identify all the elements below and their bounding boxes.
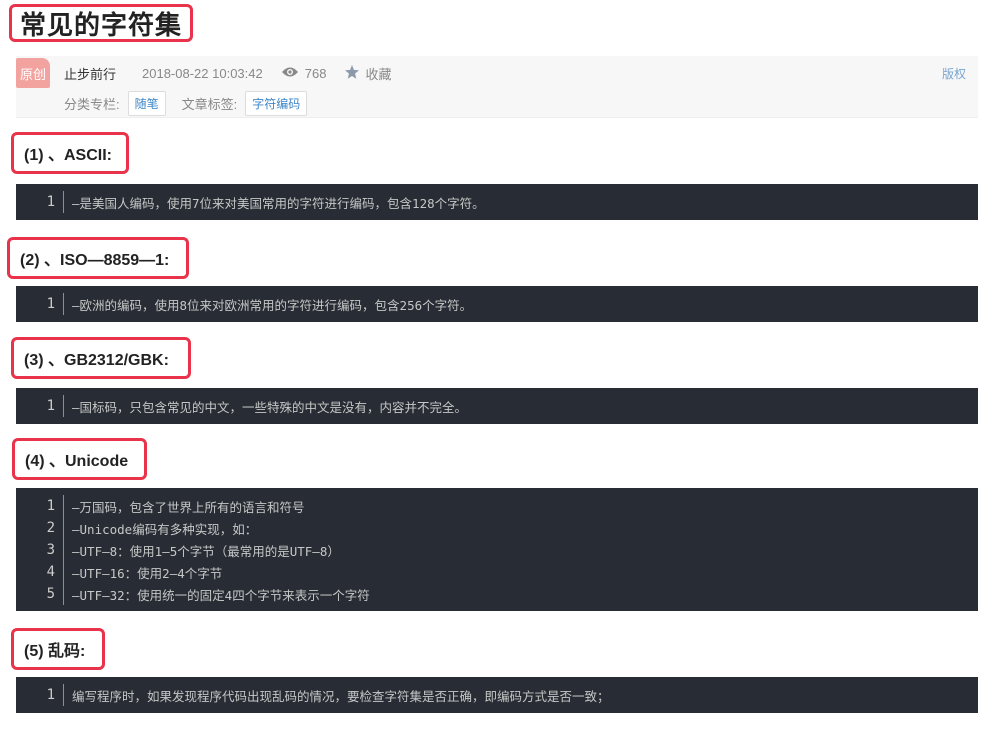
- star-icon[interactable]: [344, 64, 360, 83]
- article-tag[interactable]: 字符编码: [245, 91, 308, 116]
- publish-date: 2018-08-22 10:03:42: [142, 66, 263, 81]
- article-meta: 原创 止步前行 2018-08-22 10:03:42 768 收藏 版权 分类…: [16, 56, 978, 118]
- line-number: 1: [16, 293, 64, 315]
- code-block: 1 —欧洲的编码，使用8位来对欧洲常用的字符进行编码，包含256个字符。: [16, 286, 978, 322]
- line-number: 1: [16, 684, 64, 706]
- code-line: 2 —Unicode编码有多种实现，如：: [16, 517, 978, 539]
- view-count: 768: [304, 66, 327, 81]
- category-tag[interactable]: 随笔: [127, 91, 166, 116]
- title-highlight: 常见的字符集: [9, 4, 194, 42]
- line-number: 2: [16, 517, 64, 539]
- original-badge: 原创: [16, 58, 50, 88]
- code-text: —UTF—16：使用2—4个字节: [72, 565, 223, 581]
- code-line: 4 —UTF—16：使用2—4个字节: [16, 561, 978, 583]
- line-number: 1: [16, 495, 64, 517]
- line-number: 3: [16, 539, 64, 561]
- section-heading: (5) 乱码:: [11, 628, 105, 670]
- line-number: 1: [16, 191, 64, 213]
- section-heading: (3) 、GB2312/GBK:: [11, 337, 191, 379]
- code-text: —欧洲的编码，使用8位来对欧洲常用的字符进行编码，包含256个字符。: [72, 297, 473, 313]
- code-text: —万国码，包含了世界上所有的语言和符号: [72, 499, 305, 515]
- code-line: 1 —国标码，只包含常见的中文，一些特殊的中文是没有，内容并不完全。: [16, 395, 978, 417]
- copyright-link[interactable]: 版权: [942, 65, 966, 82]
- code-line: 3 —UTF—8：使用1—5个字节（最常用的是UTF—8）: [16, 539, 978, 561]
- code-text: —Unicode编码有多种实现，如：: [72, 521, 258, 537]
- section-heading: (4) 、Unicode: [12, 438, 147, 480]
- heading-text: (2) 、ISO—8859—1:: [20, 252, 170, 269]
- category-label: 分类专栏:: [64, 97, 120, 112]
- article-title: 常见的字符集: [20, 9, 183, 40]
- code-text: 编写程序时，如果发现程序代码出现乱码的情况，要检查字符集是否正确，即编码方式是否…: [72, 688, 610, 704]
- eye-icon: [281, 66, 299, 81]
- code-line: 5 —UTF—32：使用统一的固定4四个字节来表示一个字符: [16, 583, 978, 605]
- section-heading: (2) 、ISO—8859—1:: [7, 237, 189, 279]
- code-block: 1 —国标码，只包含常见的中文，一些特殊的中文是没有，内容并不完全。: [16, 388, 978, 424]
- section-heading: (1) 、ASCII:: [11, 132, 129, 174]
- code-block: 1 —是美国人编码，使用7位来对美国常用的字符进行编码，包含128个字符。: [16, 184, 978, 220]
- heading-text: (1) 、ASCII:: [24, 147, 113, 164]
- heading-text: (3) 、GB2312/GBK:: [24, 352, 169, 369]
- code-text: —是美国人编码，使用7位来对美国常用的字符进行编码，包含128个字符。: [72, 195, 485, 211]
- code-block: 1 编写程序时，如果发现程序代码出现乱码的情况，要检查字符集是否正确，即编码方式…: [16, 677, 978, 713]
- author-link[interactable]: 止步前行: [64, 64, 116, 83]
- code-text: —UTF—32：使用统一的固定4四个字节来表示一个字符: [72, 587, 370, 603]
- code-line: 1 —欧洲的编码，使用8位来对欧洲常用的字符进行编码，包含256个字符。: [16, 293, 978, 315]
- heading-text: (5) 乱码:: [24, 643, 86, 660]
- code-text: —UTF—8：使用1—5个字节（最常用的是UTF—8）: [72, 543, 340, 559]
- line-number: 4: [16, 561, 64, 583]
- code-line: 1 —万国码，包含了世界上所有的语言和符号: [16, 495, 978, 517]
- tags-label: 文章标签:: [181, 97, 238, 112]
- line-number: 5: [16, 583, 64, 605]
- collect-button[interactable]: 收藏: [365, 64, 391, 83]
- line-number: 1: [16, 395, 64, 417]
- heading-text: (4) 、Unicode: [25, 453, 129, 470]
- code-text: —国标码，只包含常见的中文，一些特殊的中文是没有，内容并不完全。: [72, 399, 468, 415]
- code-block: 1 —万国码，包含了世界上所有的语言和符号 2 —Unicode编码有多种实现，…: [16, 488, 978, 611]
- code-line: 1 —是美国人编码，使用7位来对美国常用的字符进行编码，包含128个字符。: [16, 191, 978, 213]
- code-line: 1 编写程序时，如果发现程序代码出现乱码的情况，要检查字符集是否正确，即编码方式…: [16, 684, 978, 706]
